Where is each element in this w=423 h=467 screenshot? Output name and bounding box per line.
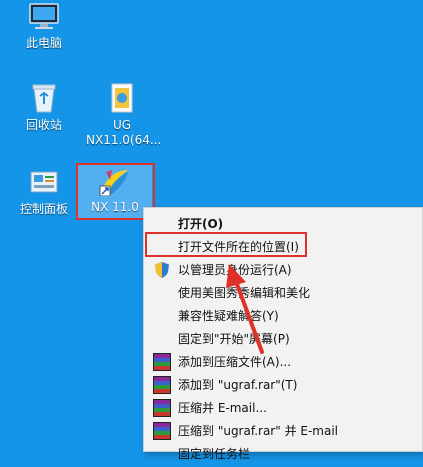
desktop-icon-label-line1: UG [112, 118, 132, 132]
desktop-icon-label-line2: NX11.0(64... [86, 133, 162, 147]
shield-icon [153, 261, 171, 279]
desktop-icon-label: 回收站 [25, 118, 62, 132]
winrar-icon [153, 376, 171, 394]
desktop-icon-this-pc[interactable]: 此电脑 [12, 2, 76, 51]
desktop-icon-label: 此电脑 [25, 36, 62, 50]
desktop-icon-ug-nx-setup[interactable]: UG NX11.0(64... [86, 82, 162, 148]
installer-icon [110, 82, 134, 114]
winrar-icon [153, 353, 171, 371]
menu-item-pin-to-taskbar[interactable]: 固定到任务栏 [144, 441, 423, 467]
desktop-icon-control-panel[interactable]: 控制面板 [12, 170, 76, 217]
recycle-bin-icon [29, 82, 59, 114]
winrar-icon [153, 399, 171, 417]
desktop-icon-label: 控制面板 [19, 202, 68, 216]
desktop-icon-recycle-bin[interactable]: 回收站 [12, 82, 76, 133]
winrar-icon [153, 422, 171, 440]
control-panel-icon [29, 170, 59, 198]
computer-icon [26, 2, 62, 32]
highlight-box-open-location [145, 232, 307, 257]
